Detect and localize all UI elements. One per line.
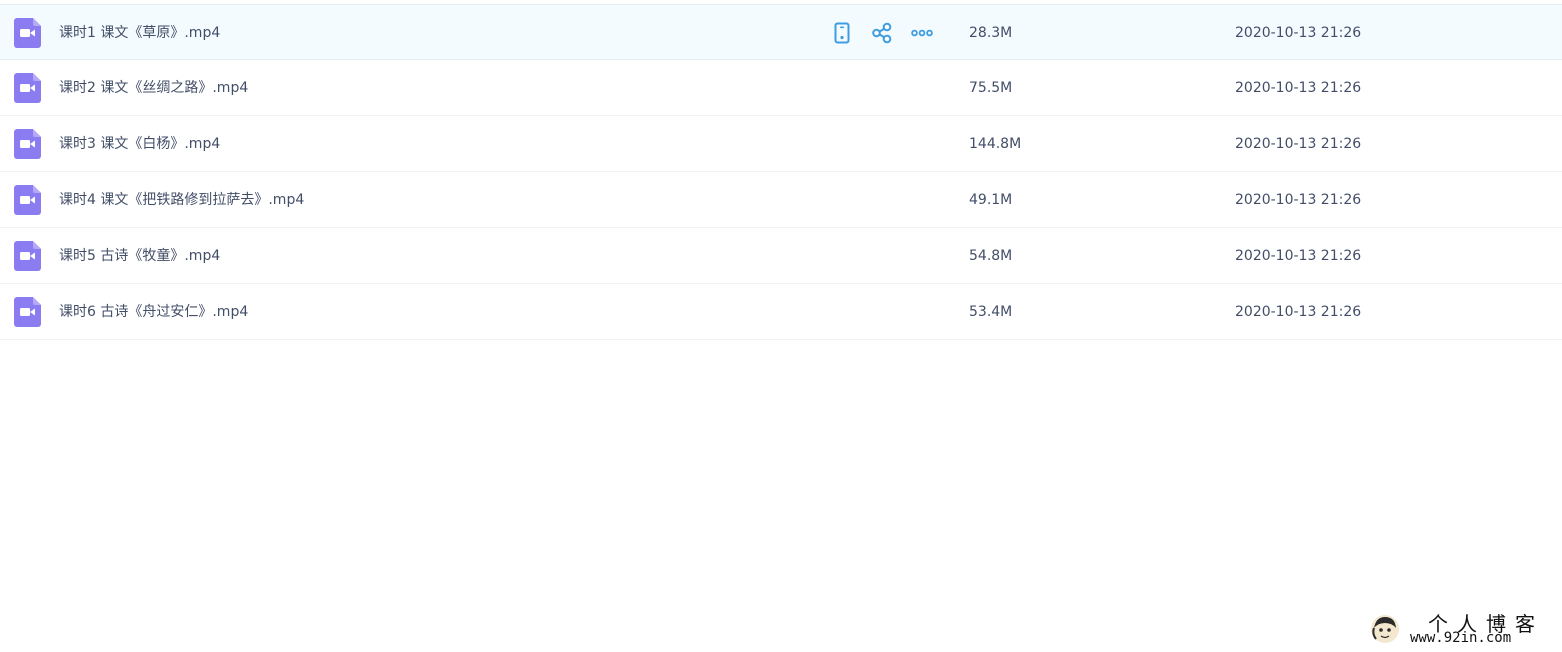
phone-icon xyxy=(834,22,850,44)
file-date: 2020-10-13 21:26 xyxy=(1235,192,1362,208)
file-date: 2020-10-13 21:26 xyxy=(1235,25,1362,41)
file-row[interactable]: 课时2 课文《丝绸之路》.mp4 75.5M 2020-10-13 21:26 xyxy=(0,60,1562,116)
file-date: 2020-10-13 21:26 xyxy=(1235,80,1362,96)
video-file-icon xyxy=(14,185,41,215)
file-size: 144.8M xyxy=(969,136,1022,152)
file-row[interactable]: 课时5 古诗《牧童》.mp4 54.8M 2020-10-13 21:26 xyxy=(0,228,1562,284)
video-file-icon xyxy=(14,18,41,48)
file-name[interactable]: 课时6 古诗《舟过安仁》.mp4 xyxy=(59,284,248,340)
file-row[interactable]: 课时6 古诗《舟过安仁》.mp4 53.4M 2020-10-13 21:26 xyxy=(0,284,1562,340)
blog-watermark: 个人博客 www.92in.com xyxy=(1370,610,1550,650)
more-button[interactable] xyxy=(910,21,934,45)
file-size: 75.5M xyxy=(969,80,1013,96)
file-date: 2020-10-13 21:26 xyxy=(1235,248,1362,264)
file-row[interactable]: 课时1 课文《草原》.mp4 28.3M 2020-10-13 21:26 xyxy=(0,4,1562,60)
file-list: 课时1 课文《草原》.mp4 28.3M 2020-10-13 21:26 课时… xyxy=(0,4,1562,340)
send-to-phone-button[interactable] xyxy=(830,21,854,45)
file-date: 2020-10-13 21:26 xyxy=(1235,304,1362,320)
avatar-icon xyxy=(1371,615,1399,643)
file-size: 53.4M xyxy=(969,304,1013,320)
video-file-icon xyxy=(14,73,41,103)
file-size: 54.8M xyxy=(969,248,1013,264)
video-file-icon xyxy=(14,297,41,327)
file-size: 28.3M xyxy=(969,25,1013,41)
share-button[interactable] xyxy=(870,21,894,45)
video-file-icon xyxy=(14,129,41,159)
watermark-url: www.92in.com xyxy=(1410,630,1512,646)
share-icon xyxy=(872,22,892,44)
more-icon xyxy=(911,29,933,37)
file-row[interactable]: 课时3 课文《白杨》.mp4 144.8M 2020-10-13 21:26 xyxy=(0,116,1562,172)
file-date: 2020-10-13 21:26 xyxy=(1235,136,1362,152)
file-row[interactable]: 课时4 课文《把铁路修到拉萨去》.mp4 49.1M 2020-10-13 21… xyxy=(0,172,1562,228)
file-name[interactable]: 课时3 课文《白杨》.mp4 xyxy=(59,116,220,172)
file-name[interactable]: 课时4 课文《把铁路修到拉萨去》.mp4 xyxy=(59,172,304,228)
file-name[interactable]: 课时1 课文《草原》.mp4 xyxy=(59,5,220,61)
video-file-icon xyxy=(14,241,41,271)
file-size: 49.1M xyxy=(969,192,1013,208)
file-name[interactable]: 课时2 课文《丝绸之路》.mp4 xyxy=(59,60,248,116)
file-name[interactable]: 课时5 古诗《牧童》.mp4 xyxy=(59,228,220,284)
row-actions xyxy=(830,21,950,45)
